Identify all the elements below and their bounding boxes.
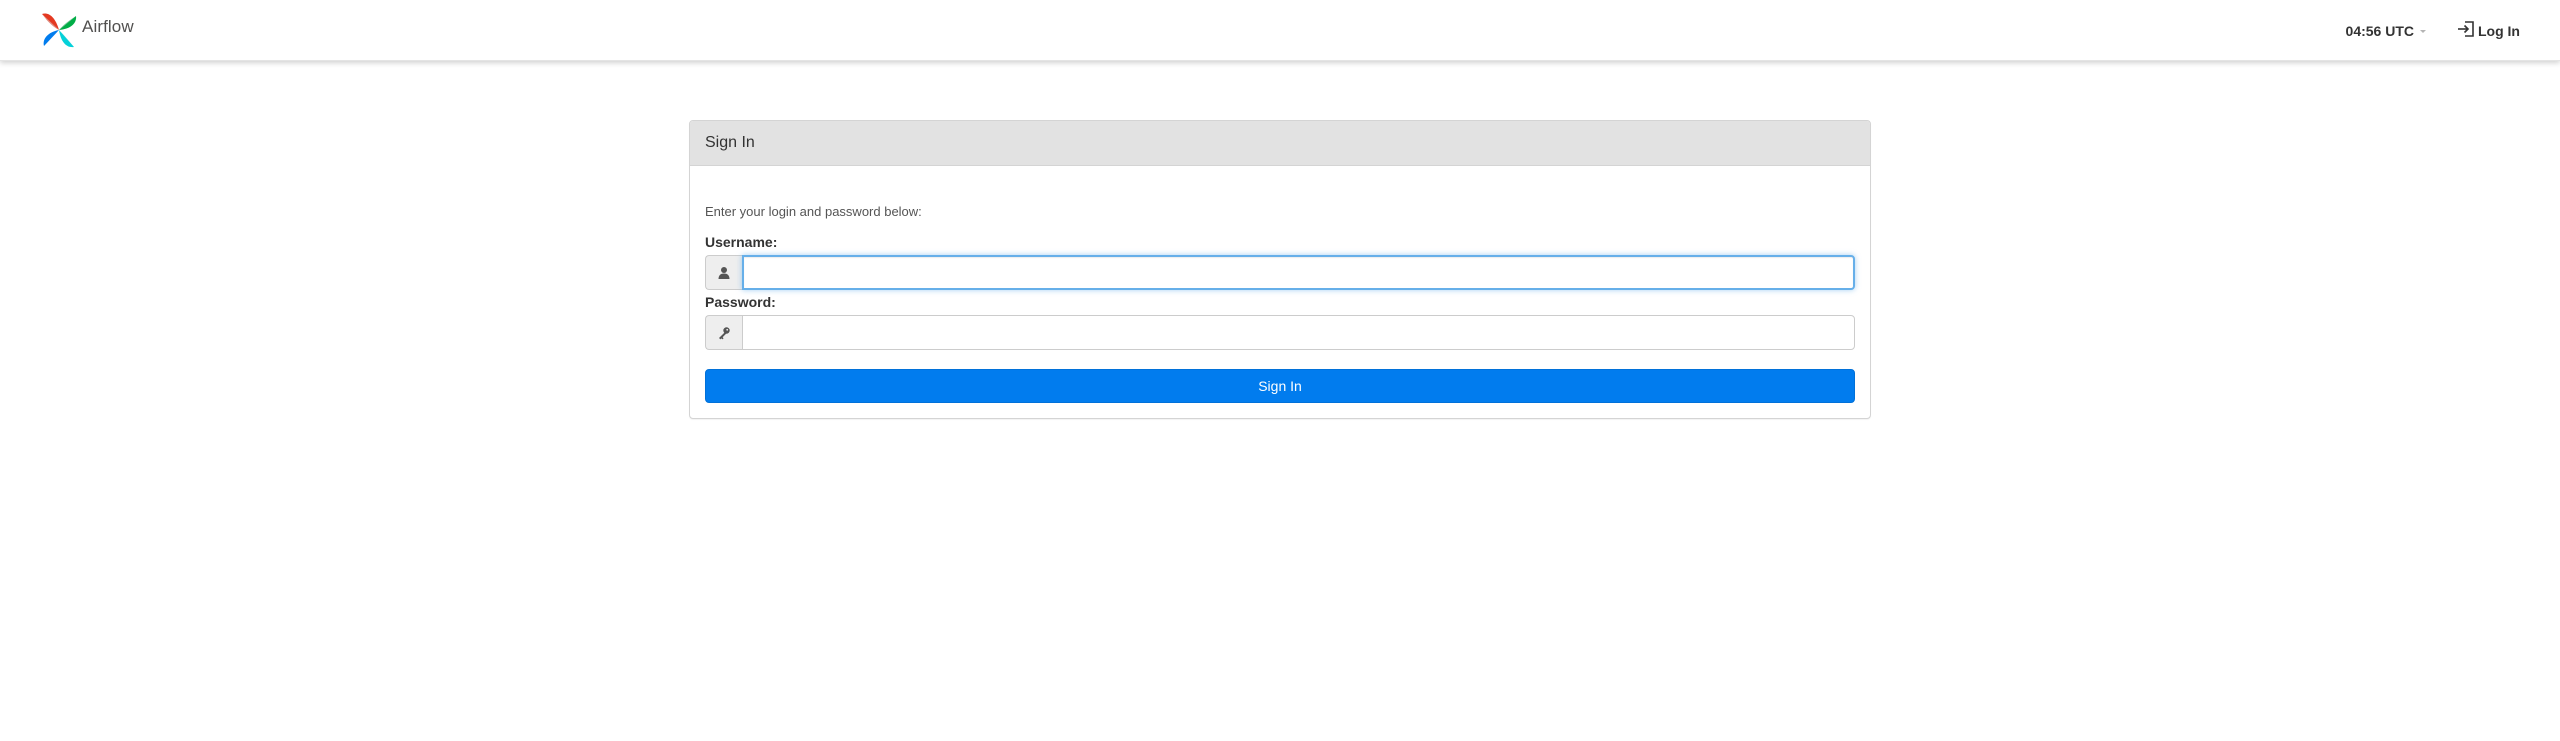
username-input-group (705, 255, 1855, 290)
username-field[interactable] (742, 255, 1855, 290)
panel-title: Sign In (705, 134, 755, 151)
password-label: Password: (705, 294, 776, 310)
username-label: Username: (705, 234, 778, 250)
caret-down-icon (2420, 30, 2426, 33)
password-input-group (705, 315, 1855, 350)
panel-heading: Sign In (690, 121, 1870, 166)
top-navbar: Airflow 04:56 UTC Log In (0, 0, 2560, 61)
login-link[interactable]: Log In (2456, 20, 2520, 41)
sign-in-icon (2456, 20, 2478, 41)
brand-logo-link[interactable]: Airflow (40, 8, 134, 52)
login-label: Log In (2478, 22, 2520, 39)
key-icon (705, 315, 742, 350)
brand-name: Airflow (82, 17, 134, 36)
navbar-right: 04:56 UTC Log In (2346, 0, 2520, 61)
clock-timezone-dropdown[interactable]: 04:56 UTC (2346, 23, 2426, 39)
password-field[interactable] (742, 315, 1855, 350)
sign-in-button[interactable]: Sign In (705, 369, 1855, 403)
airflow-logo-icon (40, 10, 78, 50)
login-hint: Enter your login and password below: (705, 204, 922, 219)
user-icon (705, 255, 742, 290)
login-panel: Sign In Enter your login and password be… (689, 120, 1871, 419)
clock-text: 04:56 UTC (2345, 22, 2414, 39)
